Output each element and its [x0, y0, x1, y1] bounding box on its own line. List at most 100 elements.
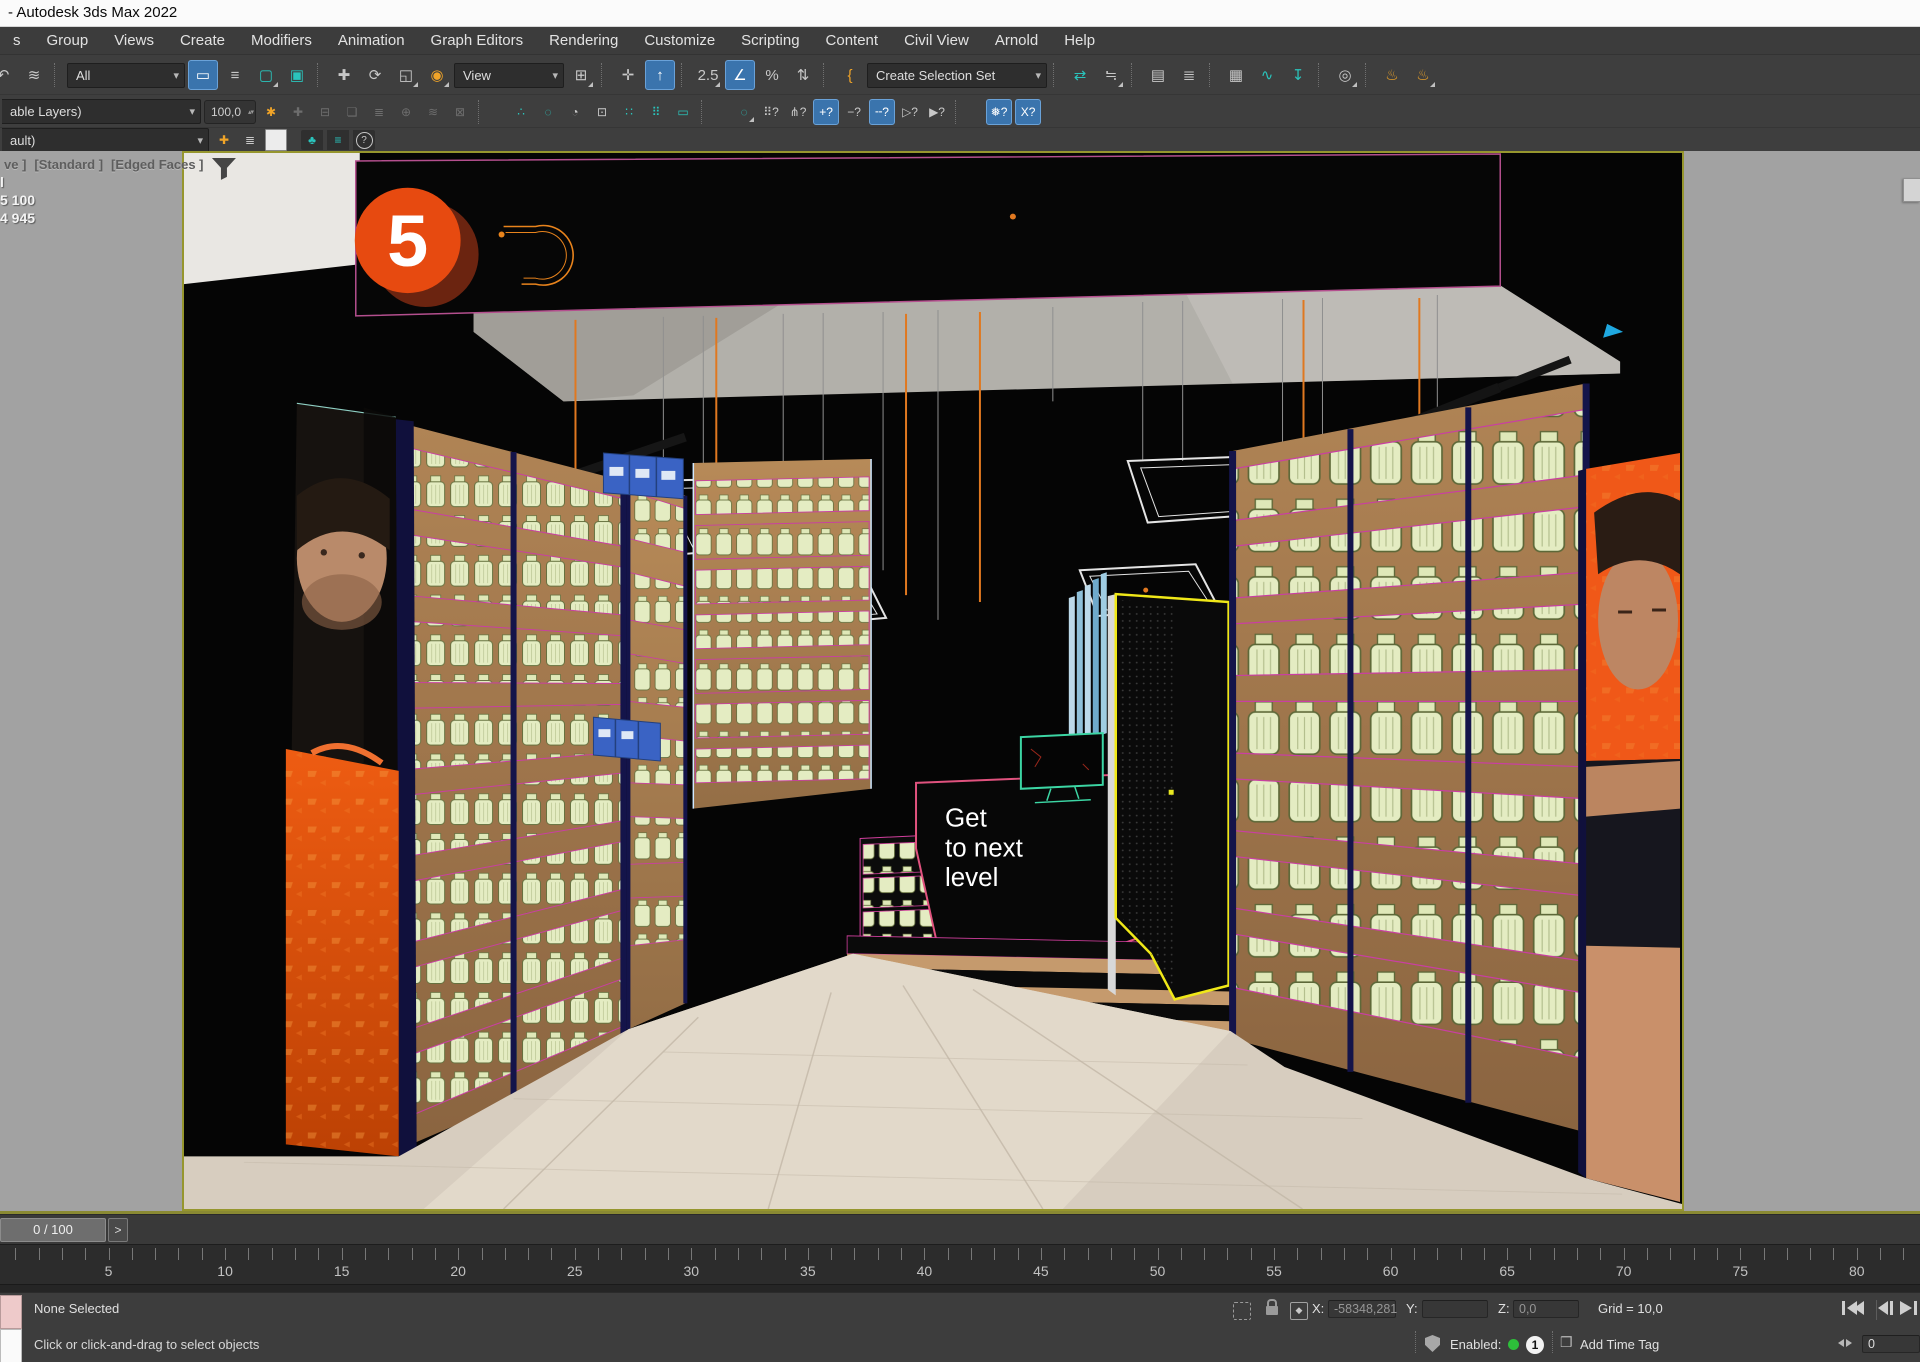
menu-item[interactable]: Animation: [325, 32, 418, 49]
scene-dropdown[interactable]: ault): [2, 128, 209, 153]
select-in-layer-button[interactable]: ≣: [367, 100, 391, 124]
x-coordinate-field[interactable]: -58348,281: [1328, 1300, 1396, 1318]
right-athlete-poster[interactable]: [1578, 453, 1680, 1202]
promo-sign[interactable]: Get to next level: [916, 774, 1139, 964]
z-coordinate-field[interactable]: 0,0: [1513, 1300, 1579, 1318]
viewport-perspective[interactable]: 5: [182, 151, 1684, 1211]
snap-xray-toggle[interactable]: X?: [1015, 99, 1041, 125]
viewport-label-tail[interactable]: ve ]: [4, 157, 26, 172]
delete-layer-button[interactable]: ⊟: [313, 100, 337, 124]
add-entity-button[interactable]: ✚: [213, 130, 235, 150]
angle-snap-button[interactable]: ∠: [725, 60, 755, 90]
previous-frame-button[interactable]: [1878, 1301, 1893, 1315]
snap-square-toggle[interactable]: ∷: [617, 100, 641, 124]
snap-pivot-plus-toggle[interactable]: +?: [813, 99, 839, 125]
viewport-right-partial[interactable]: [1684, 151, 1920, 1211]
select-by-name-button[interactable]: ≡: [221, 61, 249, 89]
color-swatch[interactable]: [265, 129, 287, 151]
snap-grid-toggle[interactable]: ⠿: [644, 100, 668, 124]
select-and-rotate-button[interactable]: ⟳: [361, 61, 389, 89]
window-crossing-button[interactable]: ▣: [283, 61, 311, 89]
select-and-place-button[interactable]: ◉: [423, 61, 451, 89]
curve-editor-button[interactable]: ∿: [1253, 61, 1281, 89]
layer-properties-button[interactable]: ⊠: [448, 100, 472, 124]
reference-coordinate-dropdown[interactable]: View: [454, 63, 564, 88]
merge-layers-button[interactable]: ≋: [421, 100, 445, 124]
absolute-mode-icon[interactable]: ◆: [1290, 1302, 1308, 1320]
enabled-count-badge[interactable]: 1: [1526, 1336, 1544, 1354]
viewport-left-partial[interactable]: [0, 151, 182, 1211]
select-and-scale-button[interactable]: ◱: [392, 61, 420, 89]
mirror-button[interactable]: ⇄: [1066, 61, 1094, 89]
y-coordinate-field[interactable]: [1422, 1300, 1488, 1318]
manage-layers-button[interactable]: ✱: [259, 100, 283, 124]
set-current-layer-button[interactable]: ⊕: [394, 100, 418, 124]
snap-ruler-toggle[interactable]: ▭: [671, 100, 695, 124]
select-object-button[interactable]: ▭: [188, 60, 218, 90]
forest-tools-button[interactable]: ♣: [301, 130, 323, 150]
render-production-button[interactable]: ♨: [1409, 61, 1437, 89]
maxscript-mini-listener-input[interactable]: [0, 1329, 22, 1362]
go-to-start-button[interactable]: [1842, 1301, 1864, 1315]
viewport-label-row[interactable]: ve ] [Standard ] [Edged Faces ]: [4, 157, 204, 172]
select-and-move-button[interactable]: ✚: [330, 61, 358, 89]
layer-explorer-button[interactable]: ≣: [1175, 61, 1203, 89]
adaptive-degradation-icon[interactable]: [1425, 1335, 1440, 1352]
time-slider-handle[interactable]: 0 / 100: [0, 1218, 106, 1242]
viewcube-partial[interactable]: [1903, 178, 1920, 202]
menu-item[interactable]: s: [0, 32, 34, 49]
keyboard-override-button[interactable]: ↑: [645, 60, 675, 90]
display-percent-field[interactable]: 100,0: [204, 100, 256, 124]
ribbon-toggle-button[interactable]: ▦: [1222, 61, 1250, 89]
menu-item[interactable]: Group: [34, 32, 102, 49]
back-center-shelf[interactable]: [693, 459, 871, 809]
snap-image-toggle[interactable]: ⊡: [590, 100, 614, 124]
snap-center-toggle[interactable]: ∴: [509, 100, 533, 124]
bind-to-space-warp-button[interactable]: ≋: [20, 61, 48, 89]
align-button[interactable]: ≒: [1097, 61, 1125, 89]
snap-midpoint-toggle[interactable]: ╌?: [869, 99, 895, 125]
spinner-snap-button[interactable]: ⇅: [789, 61, 817, 89]
snap-pivot-toggle[interactable]: ⋔?: [786, 100, 810, 124]
menu-item[interactable]: Graph Editors: [418, 32, 537, 49]
next-frame-button[interactable]: >: [108, 1218, 128, 1242]
minimize-ribbon-button[interactable]: ↧: [1284, 61, 1312, 89]
menu-item[interactable]: Views: [101, 32, 167, 49]
snap-grid-question-toggle[interactable]: ⠿?: [759, 100, 783, 124]
menu-item[interactable]: Help: [1051, 32, 1108, 49]
menu-item[interactable]: Arnold: [982, 32, 1051, 49]
select-and-manipulate-button[interactable]: ✛: [614, 61, 642, 89]
create-layer-button[interactable]: ✚: [286, 100, 310, 124]
stack-button[interactable]: ≣: [239, 130, 261, 150]
notes-button[interactable]: ≡: [327, 130, 349, 150]
percent-snap-button[interactable]: %: [758, 61, 786, 89]
menu-item[interactable]: Create: [167, 32, 238, 49]
snap-endpoint-toggle[interactable]: −?: [842, 100, 866, 124]
add-to-layer-button[interactable]: ❏: [340, 100, 364, 124]
menu-item[interactable]: Civil View: [891, 32, 982, 49]
current-frame-field[interactable]: 0: [1862, 1335, 1920, 1353]
material-editor-button[interactable]: ◎: [1331, 61, 1359, 89]
snaps-toggle-button[interactable]: 2.5: [694, 61, 722, 89]
add-time-tag[interactable]: Add Time Tag: [1580, 1337, 1659, 1352]
frame-stepper-arrows[interactable]: [1838, 1339, 1852, 1347]
snap-normal-toggle[interactable]: ▷?: [898, 100, 922, 124]
play-button[interactable]: [1900, 1301, 1917, 1315]
maxscript-mini-listener[interactable]: [0, 1295, 22, 1329]
isolate-selection-icon[interactable]: [1233, 1302, 1251, 1320]
render-setup-button[interactable]: ♨: [1378, 61, 1406, 89]
use-pivot-point-button[interactable]: ⊞: [567, 61, 595, 89]
viewport-label-edged-faces[interactable]: [Edged Faces ]: [111, 157, 203, 172]
selection-lock-icon[interactable]: [1266, 1306, 1278, 1315]
selection-filter-dropdown[interactable]: All: [67, 63, 185, 88]
rectangular-selection-region-button[interactable]: ▢: [252, 61, 280, 89]
snap-sphere-toggle[interactable]: ◔: [563, 100, 587, 124]
edit-named-selections-button[interactable]: {: [836, 61, 864, 89]
right-shelf-wall[interactable]: [1233, 383, 1587, 1132]
track-bar-ruler[interactable]: 5101520253035404550556065707580: [0, 1244, 1920, 1293]
menu-item[interactable]: Scripting: [728, 32, 812, 49]
snap-target-toggle[interactable]: ◌: [536, 100, 560, 124]
snap-face-toggle[interactable]: ▶?: [925, 100, 949, 124]
named-selection-set-dropdown[interactable]: Create Selection Set: [867, 63, 1047, 88]
menu-item[interactable]: Content: [813, 32, 892, 49]
